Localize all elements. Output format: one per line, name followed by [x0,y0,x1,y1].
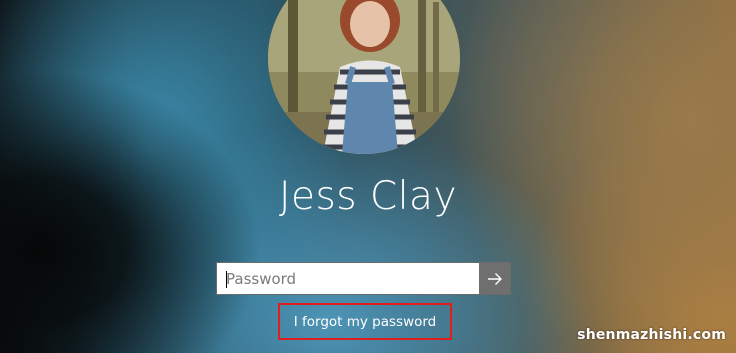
watermark: shenmazhishi.com [577,327,726,343]
user-name: Jess Clay [278,174,458,219]
password-input[interactable] [217,263,479,294]
submit-button[interactable] [479,263,510,294]
forgot-password-highlight: I forgot my password [278,303,452,340]
password-box [216,262,511,295]
text-caret [226,271,227,288]
arrow-right-icon [487,272,502,285]
forgot-password-link[interactable]: I forgot my password [294,314,437,330]
